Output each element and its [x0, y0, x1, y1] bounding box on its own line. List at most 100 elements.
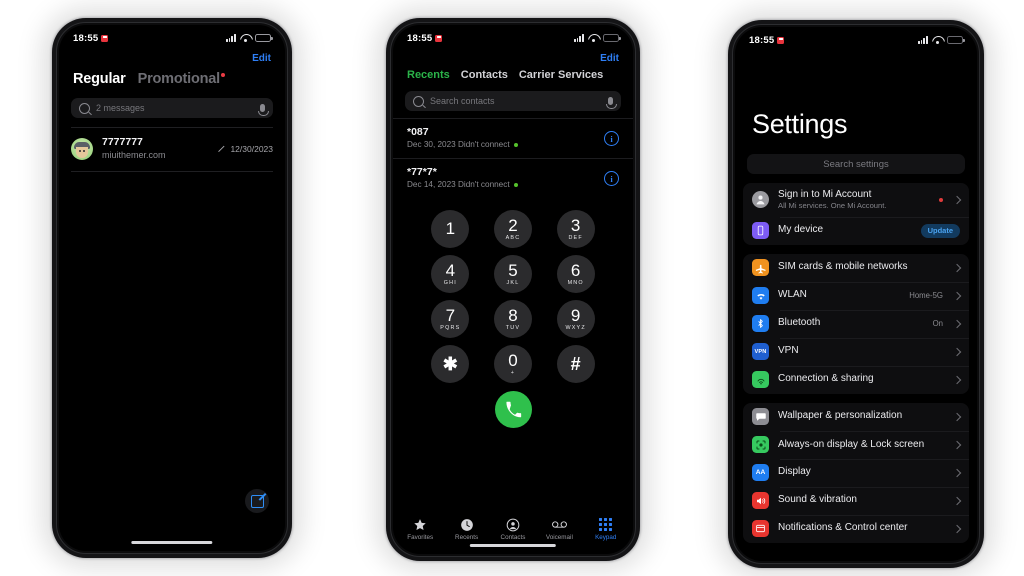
edit-button[interactable]: Edit: [59, 51, 285, 64]
settings-search-input[interactable]: Search settings: [747, 154, 965, 174]
settings-row-bluetooth[interactable]: Bluetooth On: [743, 309, 969, 338]
update-button[interactable]: Update: [920, 223, 960, 238]
key-letters: DEF: [568, 234, 583, 241]
status-left: 18:55: [749, 34, 785, 46]
tab-contacts[interactable]: Contacts: [461, 69, 508, 81]
dialpad-key-5[interactable]: 5 JKL: [493, 255, 532, 293]
call-log-row[interactable]: *087 Dec 30, 2023 Didn't connect i: [393, 118, 633, 158]
dialer-tab-bar: Favorites Recents Contacts Voicemail Key…: [393, 517, 633, 541]
call-detail: Dec 30, 2023 Didn't connect: [407, 139, 604, 151]
microphone-icon[interactable]: [258, 104, 269, 116]
aod-lockscreen-icon: [752, 436, 769, 453]
call-log-row[interactable]: *77*7* Dec 14, 2023 Didn't connect i: [393, 158, 633, 198]
settings-row-notifications[interactable]: Notifications & Control center: [743, 514, 969, 543]
settings-row-vpn[interactable]: VPN VPN: [743, 337, 969, 366]
red-notification-badge: [101, 34, 109, 42]
tab-label: Recents: [455, 534, 479, 541]
tab-voicemail[interactable]: Voicemail: [536, 517, 582, 541]
key-digit: 0: [508, 350, 518, 370]
dialpad-key-1[interactable]: 1: [431, 210, 470, 248]
info-icon[interactable]: i: [604, 131, 619, 146]
call-detail-text: Dec 14, 2023 Didn't connect: [407, 180, 510, 189]
settings-row-label: Sign in to Mi Account: [778, 188, 872, 200]
dialpad-key-0[interactable]: 0 +: [493, 345, 532, 383]
phone-device-settings: 18:55 Settings Search settings Sign in t…: [728, 20, 984, 568]
wifi-icon: [932, 36, 943, 45]
green-sim-dot: [513, 142, 519, 148]
tab-label: Voicemail: [545, 534, 573, 541]
settings-row-wlan[interactable]: WLAN Home-5G: [743, 281, 969, 310]
settings-row-aod-lockscreen[interactable]: Always-on display & Lock screen: [743, 430, 969, 459]
compose-message-button[interactable]: [245, 489, 269, 513]
messages-search-input[interactable]: 2 messages: [71, 98, 273, 118]
tab-promotional[interactable]: Promotional: [138, 71, 221, 87]
red-notification-badge: [777, 36, 785, 44]
info-icon[interactable]: i: [604, 171, 619, 186]
dialpad-key-2[interactable]: 2 ABC: [493, 210, 532, 248]
bluetooth-icon: [752, 315, 769, 332]
settings-row-label: Bluetooth: [778, 317, 821, 329]
dialpad-key-star[interactable]: ✱: [431, 345, 470, 383]
settings-row-sound-vibration[interactable]: Sound & vibration: [743, 486, 969, 515]
chevron-right-icon: [952, 291, 962, 300]
dialpad-key-3[interactable]: 3 DEF: [556, 210, 595, 248]
phone2-status-bar: 18:55: [393, 25, 633, 51]
tab-recents[interactable]: Recents: [407, 69, 450, 81]
status-right: [573, 34, 621, 43]
key-letters: ABC: [505, 234, 521, 241]
settings-row-display[interactable]: AA Display: [743, 458, 969, 487]
sim-network-icon: [752, 259, 769, 276]
settings-row-my-device[interactable]: My device Update: [743, 216, 969, 245]
message-meta: 12/30/2023: [219, 144, 273, 154]
microphone-icon[interactable]: [606, 97, 617, 109]
message-date: 12/30/2023: [230, 144, 273, 154]
key-digit: 8: [508, 305, 518, 325]
edit-button[interactable]: Edit: [393, 51, 633, 64]
wallpaper-icon: [752, 408, 769, 425]
tab-contacts-bottom[interactable]: Contacts: [490, 517, 536, 541]
key-digit: 7: [445, 305, 456, 325]
tab-recents-bottom[interactable]: Recents: [443, 517, 489, 541]
chevron-right-icon: [952, 347, 962, 356]
dialpad-key-4[interactable]: 4 GHI: [431, 255, 470, 293]
phone3-bezel: 18:55 Settings Search settings Sign in t…: [732, 24, 980, 564]
key-digit: #: [570, 353, 581, 374]
dialpad-key-7[interactable]: 7 PQRS: [431, 300, 470, 338]
battery-icon: [255, 34, 273, 42]
chevron-right-icon: [952, 195, 962, 204]
tab-promotional-wrap[interactable]: Promotional: [138, 70, 225, 88]
contacts-search-input[interactable]: Search contacts: [405, 91, 621, 111]
message-list-item[interactable]: 7777777 miuithemer.com 12/30/2023: [59, 128, 285, 171]
wifi-icon: [240, 34, 251, 43]
key-letters: TUV: [505, 324, 521, 331]
dialpad-key-9[interactable]: 9 WXYZ: [556, 300, 595, 338]
call-button[interactable]: [494, 391, 532, 428]
settings-row-value: Home-5G: [909, 291, 943, 300]
settings-row-connection-sharing[interactable]: Connection & sharing: [743, 365, 969, 394]
red-notification-badge: [435, 34, 443, 42]
dialpad-key-6[interactable]: 6 MNO: [556, 255, 595, 293]
call-number: *087: [407, 126, 429, 138]
recents-list: *087 Dec 30, 2023 Didn't connect i *77*7…: [393, 118, 633, 198]
settings-row-label: VPN: [778, 345, 799, 357]
key-digit: 6: [570, 260, 581, 280]
chevron-right-icon: [952, 412, 962, 421]
settings-row-wallpaper[interactable]: Wallpaper & personalization: [743, 403, 969, 431]
tab-regular[interactable]: Regular: [73, 71, 126, 87]
tab-keypad[interactable]: Keypad: [583, 517, 629, 541]
settings-row-label: Sound & vibration: [778, 494, 857, 506]
settings-row-text: Sign in to Mi Account All Mi services. O…: [778, 189, 930, 212]
update-red-dot: [938, 197, 943, 202]
search-placeholder: 2 messages: [96, 103, 145, 113]
tab-carrier-services[interactable]: Carrier Services: [519, 69, 603, 81]
settings-row-value: On: [932, 319, 943, 328]
settings-row-mi-account[interactable]: Sign in to Mi Account All Mi services. O…: [743, 183, 969, 217]
key-letters: MNO: [567, 279, 584, 286]
dialpad-key-8[interactable]: 8 TUV: [493, 300, 532, 338]
tab-favorites[interactable]: Favorites: [397, 517, 443, 541]
display-icon: AA: [752, 464, 769, 481]
dialpad-key-hash[interactable]: #: [556, 345, 595, 383]
status-time: 18:55: [749, 34, 775, 46]
chevron-right-icon: [952, 468, 962, 477]
settings-row-sim-cards[interactable]: SIM cards & mobile networks: [743, 254, 969, 282]
